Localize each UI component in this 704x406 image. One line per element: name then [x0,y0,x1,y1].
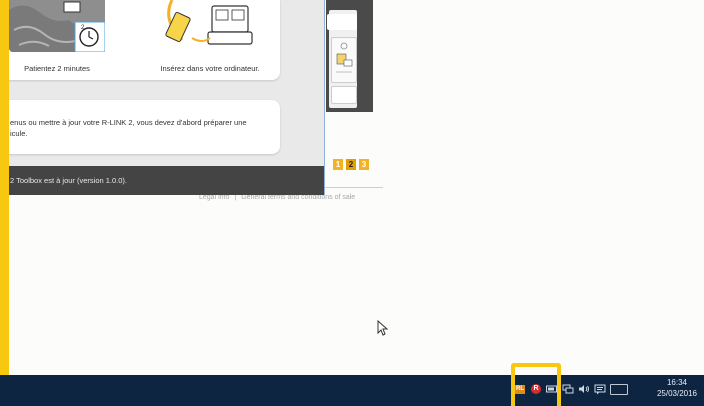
usb-timer-icon: 2 [9,1,105,52]
step2-illustration [162,0,254,52]
usb-to-computer-icon [165,0,253,45]
status-text: 2 Toolbox est à jour (version 1.0.0). [10,176,128,185]
step1-illustration: 2 [9,0,105,52]
toolbox-window: 2 Patientez 2 minutes Insérez dans votre… [0,0,325,195]
terms-link[interactable]: General terms and conditions of sale [241,194,355,201]
mouse-cursor-icon [377,320,389,336]
keyboard-icon [610,383,628,395]
footer-separator: | [234,194,237,201]
legal-info-link[interactable]: Legal info [199,194,229,201]
step2-caption: Insérez dans votre ordinateur. [160,64,260,73]
notification-icon[interactable] [594,383,606,395]
footer-divider [323,187,383,188]
left-accent-bar [0,0,9,406]
clock-date: 25/03/2016 [656,389,698,398]
clock-time: 16:34 [666,378,688,387]
step1-caption: Patientez 2 minutes [24,64,90,73]
page-1-button[interactable]: 1 [333,159,343,170]
footer-links: Legal info | General terms and conditions … [199,194,355,201]
pagination: 1 2 3 [333,159,369,170]
background-preview-step [331,37,357,83]
page-2-button[interactable]: 2 [346,159,356,170]
taskbar-clock[interactable]: 16:34 25/03/2016 [650,377,704,399]
background-preview-footer [331,86,357,104]
background-preview-illustration-icon [336,42,353,73]
tray-highlight-box [511,363,561,406]
info-text: enus ou mettre à jour votre R-LINK 2, vo… [10,118,247,138]
page-3-button[interactable]: 3 [359,159,369,170]
background-preview-header [327,14,357,30]
volume-icon[interactable] [578,383,590,395]
network-icon[interactable] [562,383,574,395]
keyboard-tray-icon[interactable] [610,383,628,395]
